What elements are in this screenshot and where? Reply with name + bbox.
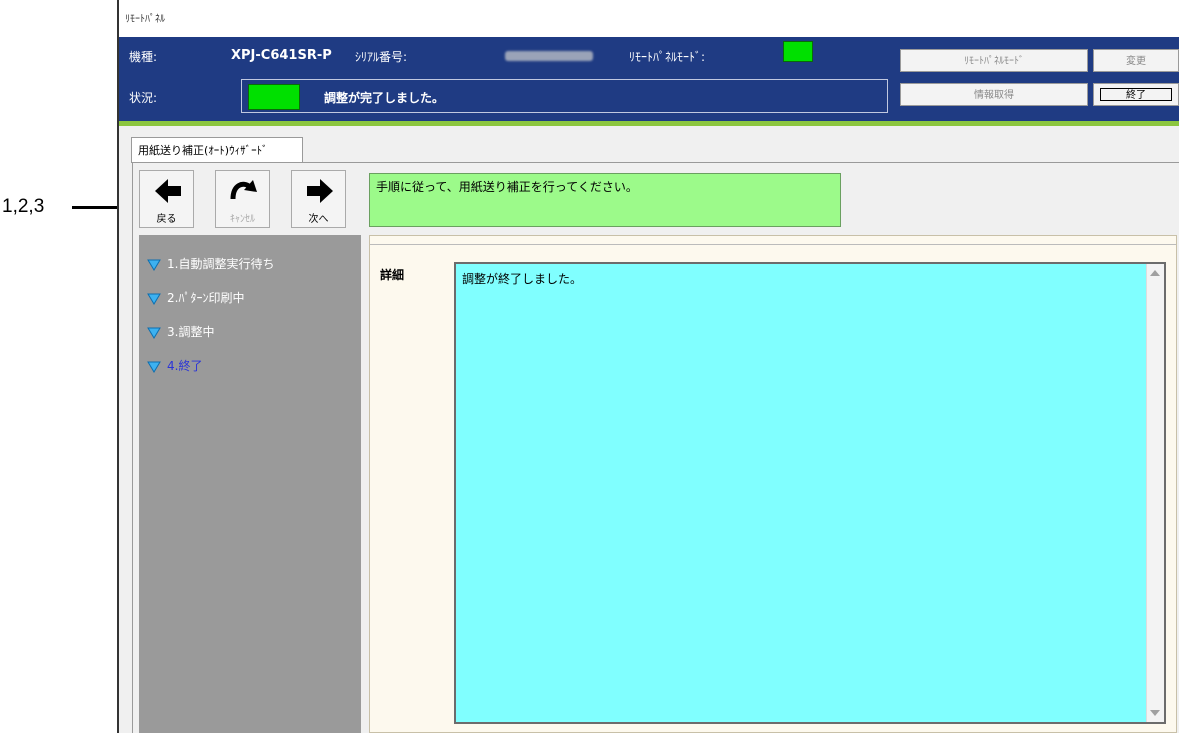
step-label: 1.自動調整実行待ち [167,257,275,271]
change-button[interactable]: 変更 [1093,49,1179,72]
next-button[interactable]: 次へ [291,170,346,228]
arrow-left-icon [155,179,181,203]
title-bar: ﾘﾓｰﾄﾊﾟﾈﾙ [119,0,1179,38]
back-label: 戻る [156,214,177,225]
arrow-right-icon [307,179,333,203]
back-button[interactable]: 戻る [139,170,194,228]
status-indicator [248,84,300,110]
details-scrollbar[interactable] [1146,264,1164,722]
scroll-down-icon[interactable] [1150,710,1160,716]
details-textarea[interactable]: 調整が終了しました。 [454,262,1166,724]
serial-value-redacted [505,51,593,61]
remote-panel-window: ﾘﾓｰﾄﾊﾟﾈﾙ 機種: XPJ-C641SR-P ｼﾘｱﾙ番号: ﾘﾓｰﾄﾊﾟ… [117,0,1179,733]
step-label: 3.調整中 [167,325,215,339]
step-list: 1.自動調整実行待ち 2.ﾊﾟﾀｰﾝ印刷中 3.調整中 4.終了 [139,235,361,733]
step-item: 2.ﾊﾟﾀｰﾝ印刷中 [147,289,244,306]
step-item-current: 4.終了 [147,357,202,374]
status-box: 調整が完了しました。 [241,79,888,113]
details-text: 調整が終了しました。 [462,272,583,286]
curved-arrow-icon [230,180,257,200]
status-text: 調整が完了しました。 [324,91,445,105]
wizard-toolbar: 戻る ｷｬﾝｾﾙ 次へ [139,170,362,228]
exit-button[interactable]: 終了 [1093,83,1179,106]
status-header: 機種: XPJ-C641SR-P ｼﾘｱﾙ番号: ﾘﾓｰﾄﾊﾟﾈﾙﾓｰﾄﾞ: 状… [119,37,1179,121]
step-label: 2.ﾊﾟﾀｰﾝ印刷中 [167,291,245,305]
step-label: 4.終了 [167,359,203,373]
status-label: 状況: [129,91,158,105]
callout-label: 1,2,3 [2,196,45,217]
triangle-down-icon [147,361,161,373]
remote-mode-indicator [783,41,813,62]
tab-paper-feed-wizard[interactable]: 用紙送り補正(ｵｰﾄ)ｳｨｻﾞｰﾄﾞ [131,137,303,163]
details-panel: 詳細 調整が終了しました。 [369,235,1177,733]
get-info-button[interactable]: 情報取得 [900,83,1088,106]
accent-stripe [119,121,1179,126]
model-value: XPJ-C641SR-P [231,48,332,63]
triangle-down-icon [147,327,161,339]
cancel-label: ｷｬﾝｾﾙ [230,214,255,225]
divider [370,244,1176,245]
exit-button-label: 終了 [1100,88,1172,101]
triangle-down-icon [147,259,161,271]
cancel-button[interactable]: ｷｬﾝｾﾙ [215,170,270,228]
model-label: 機種: [129,50,158,64]
next-label: 次へ [308,214,329,225]
serial-label: ｼﾘｱﾙ番号: [355,50,408,64]
triangle-down-icon [147,293,161,305]
instruction-text: 手順に従って、用紙送り補正を行ってください。 [369,173,841,227]
remote-mode-label: ﾘﾓｰﾄﾊﾟﾈﾙﾓｰﾄﾞ: [629,50,706,64]
scroll-up-icon[interactable] [1150,270,1160,276]
details-label: 詳細 [380,268,405,282]
wizard-panel: 戻る ｷｬﾝｾﾙ 次へ 手順に従って、用紙送り補正を行ってください。 1.自動調… [132,162,1179,733]
step-item: 1.自動調整実行待ち [147,255,274,272]
step-item: 3.調整中 [147,323,214,340]
remote-panel-mode-button[interactable]: ﾘﾓｰﾄﾊﾟﾈﾙﾓｰﾄﾞ [900,49,1088,72]
window-title: ﾘﾓｰﾄﾊﾟﾈﾙ [125,14,165,25]
